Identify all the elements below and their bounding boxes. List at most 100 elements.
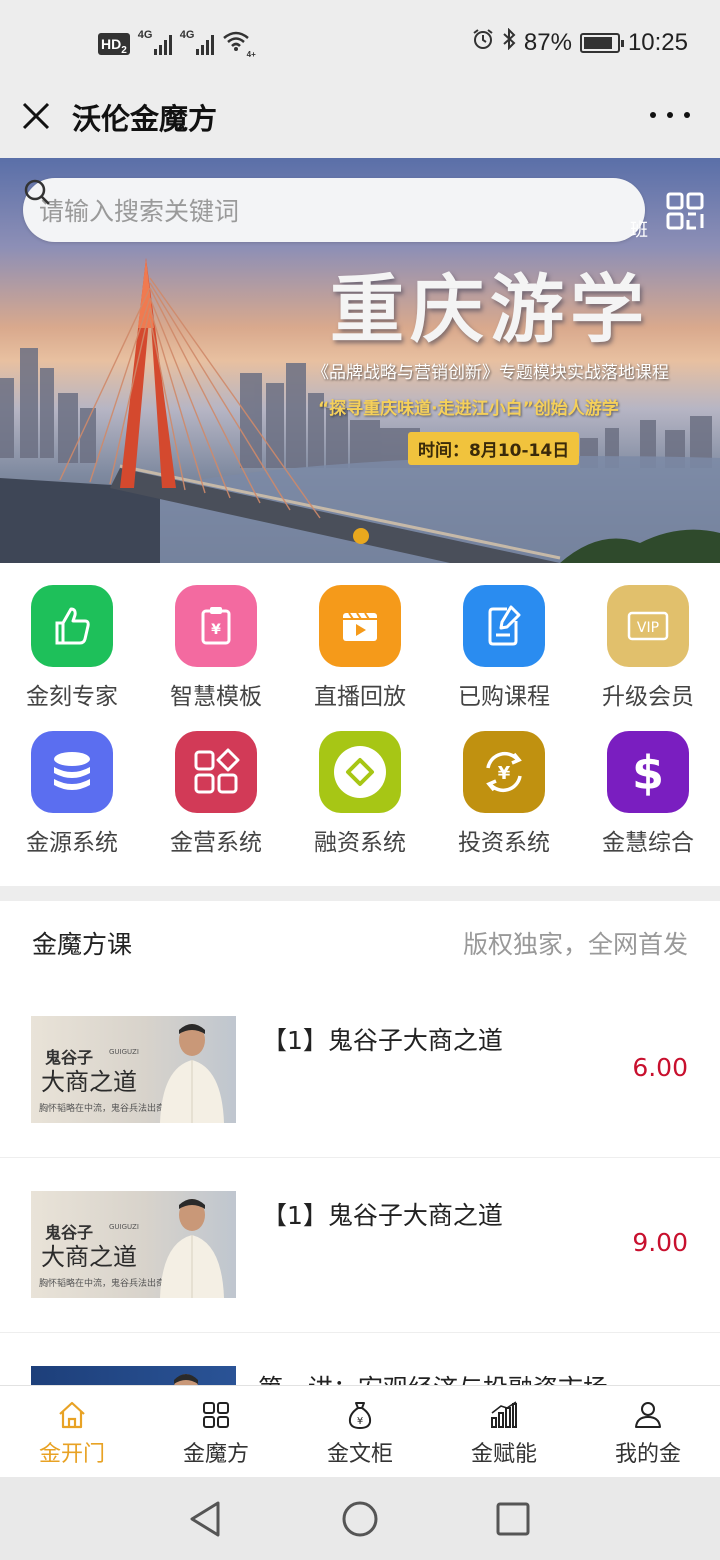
vip-card-icon: VIP — [607, 585, 689, 667]
instructor-photo — [160, 1024, 224, 1123]
course-section: 金魔方课 版权独家，全网首发 鬼谷子 GUIGUZI 大商之道 胸怀韬略在中流，… — [0, 901, 720, 1385]
thumb-big-title: 大商之道 — [41, 1068, 137, 1096]
course-title: 【1】鬼谷子大商之道 — [262, 1026, 503, 1055]
status-right: 87% 10:25 — [472, 27, 688, 57]
system-nav-bar — [0, 1477, 720, 1560]
search-input[interactable]: 请输入搜索关键词 — [23, 178, 645, 242]
money-bag-icon: ¥ — [348, 1402, 372, 1430]
svg-text:¥: ¥ — [498, 763, 511, 784]
carousel-indicator[interactable] — [353, 528, 369, 544]
grid-item-vip[interactable]: VIP 升级会员 — [576, 585, 720, 711]
nav-item-cube[interactable]: 金魔方 — [144, 1386, 288, 1477]
recents-square-icon — [496, 1502, 530, 1536]
signal-icon: 4G — [138, 29, 172, 55]
course-thumbnail: 鬼谷子 GUIGUZI 大商之道 胸怀韬略在中流，鬼谷兵法出奇谋 — [31, 1191, 236, 1298]
diamond-icon — [319, 731, 401, 813]
grid-item-marketing[interactable]: 金营系统 — [144, 731, 288, 857]
banner-date: 时间：8月10-14日 — [408, 432, 580, 465]
status-left: HD2 4G 4G 4+ — [98, 29, 256, 59]
close-button[interactable] — [18, 98, 54, 134]
battery-percent: 87% — [523, 28, 572, 56]
course-price: 6.00 — [632, 1053, 688, 1082]
grid-item-replay[interactable]: 直播回放 — [288, 585, 432, 711]
banner-partial-text: 班 — [630, 220, 648, 241]
nav-label: 金赋能 — [470, 1442, 537, 1467]
grid-icon — [203, 1402, 229, 1428]
thumb-tag: GUIGUZI — [109, 1048, 139, 1056]
nav-item-empower[interactable]: 金赋能 — [432, 1386, 576, 1477]
grid-label: 智慧模板 — [170, 684, 262, 710]
svg-text:¥: ¥ — [211, 622, 221, 638]
more-dots-icon — [650, 112, 656, 118]
qr-scan-button[interactable] — [666, 192, 704, 230]
document-edit-icon — [463, 585, 545, 667]
course-item[interactable]: 鬼谷子 GUIGUZI 大商之道 胸怀韬略在中流，鬼谷兵法出奇谋 【1】鬼谷子大… — [0, 983, 720, 1158]
course-price: 9.00 — [632, 1228, 688, 1257]
grid-label: 投资系统 — [458, 830, 550, 856]
thumb-big-title: 大商之道 — [41, 1243, 137, 1271]
thumb-tag: GUIGUZI — [109, 1223, 139, 1231]
section-slogan: 版权独家，全网首发 — [462, 930, 688, 959]
banner-headline: 重庆游学 — [330, 267, 650, 353]
grid-label: 金源系统 — [26, 830, 118, 856]
yen-cycle-icon: ¥ — [463, 731, 545, 813]
course-item[interactable]: 第一讲：宏观经济与投融资市场 — [0, 1333, 720, 1385]
svg-text:VIP: VIP — [637, 620, 659, 636]
section-header: 金魔方课 版权独家，全网首发 — [32, 925, 688, 961]
feature-grid: 金刻专家 ¥ 智慧模板 直播回放 已购课程 VIP 升级会员 金源系统 金营系统… — [0, 563, 720, 886]
svg-text:$: $ — [632, 746, 664, 799]
apps-grid-icon — [175, 731, 257, 813]
grid-item-investment[interactable]: ¥ 投资系统 — [432, 731, 576, 857]
page-title: 沃伦金魔方 — [72, 102, 218, 136]
grid-item-financing[interactable]: 融资系统 — [288, 731, 432, 857]
more-options-button[interactable] — [650, 100, 690, 130]
grid-label: 升级会员 — [602, 684, 694, 710]
system-home-button[interactable] — [340, 1499, 380, 1539]
hd-badge: HD2 — [98, 32, 130, 55]
grid-label: 已购课程 — [458, 684, 550, 710]
search-placeholder: 请输入搜索关键词 — [39, 197, 240, 226]
signal-icon-2: 4G — [180, 29, 214, 55]
course-title: 【1】鬼谷子大商之道 — [262, 1201, 503, 1230]
course-thumbnail — [31, 1366, 236, 1385]
search-icon — [24, 179, 50, 205]
promo-banner[interactable]: 请输入搜索关键词 班 重庆游学 《品牌战略与营销创新》专题模块实战落地课程 “探… — [0, 158, 720, 563]
title-bar: 沃伦金魔方 — [0, 88, 720, 158]
grid-item-expert[interactable]: 金刻专家 — [0, 585, 144, 711]
user-icon — [635, 1402, 661, 1428]
alarm-icon — [472, 28, 494, 57]
battery-icon — [579, 32, 624, 53]
nav-label: 金开门 — [38, 1442, 105, 1467]
grid-item-source[interactable]: 金源系统 — [0, 731, 144, 857]
dollar-icon: $ — [607, 731, 689, 813]
close-icon — [22, 102, 50, 130]
instructor-photo — [160, 1199, 224, 1298]
nav-item-cabinet[interactable]: ¥ 金文柜 — [288, 1386, 432, 1477]
course-item[interactable]: 鬼谷子 GUIGUZI 大商之道 胸怀韬略在中流，鬼谷兵法出奇谋 【1】鬼谷子大… — [0, 1158, 720, 1333]
banner-tagline: “探寻重庆味道·走进江小白”创始人游学 — [318, 399, 619, 419]
instructor-photo — [174, 1374, 198, 1385]
database-icon — [31, 731, 113, 813]
clipboard-yen-icon: ¥ — [175, 585, 257, 667]
system-back-button[interactable] — [186, 1499, 226, 1539]
nav-item-profile[interactable]: 我的金 — [576, 1386, 720, 1477]
system-recents-button[interactable] — [493, 1499, 533, 1539]
course-thumbnail: 鬼谷子 GUIGUZI 大商之道 胸怀韬略在中流，鬼谷兵法出奇谋 — [31, 1016, 236, 1123]
grid-item-purchased[interactable]: 已购课程 — [432, 585, 576, 711]
section-title: 金魔方课 — [32, 930, 133, 959]
grid-item-comprehensive[interactable]: $ 金慧综合 — [576, 731, 720, 857]
svg-text:¥: ¥ — [357, 1416, 363, 1427]
nav-label: 金文柜 — [326, 1442, 393, 1467]
clock: 10:25 — [627, 28, 688, 56]
grid-label: 金刻专家 — [26, 684, 118, 710]
grid-label: 直播回放 — [314, 684, 406, 710]
bar-chart-icon — [491, 1401, 517, 1428]
grid-item-template[interactable]: ¥ 智慧模板 — [144, 585, 288, 711]
wifi-icon: 4+ — [222, 30, 256, 59]
video-play-icon — [319, 585, 401, 667]
nav-item-home[interactable]: 金开门 — [0, 1386, 144, 1477]
battery-level — [583, 36, 612, 49]
back-triangle-icon — [190, 1501, 220, 1537]
course-title: 第一讲：宏观经济与投融资市场 — [258, 1369, 608, 1385]
nav-label: 金魔方 — [182, 1442, 249, 1467]
